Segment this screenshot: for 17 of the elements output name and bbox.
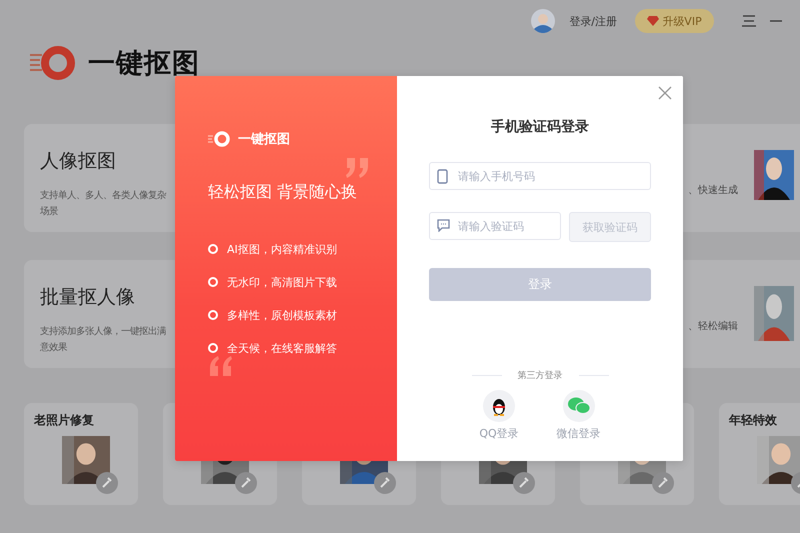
tool-title: 年轻特效 bbox=[729, 412, 777, 429]
feature-description: 支持添加多张人像，一键抠出满意效果 bbox=[40, 325, 167, 355]
feature-point: 全天候，在线客服解答 bbox=[227, 340, 337, 356]
brand-text: 一键抠图 bbox=[238, 131, 290, 148]
feature-description: 、快速生成 bbox=[688, 184, 738, 197]
feature-point: AI抠图，内容精准识别 bbox=[227, 242, 337, 256]
feature-title: 人像抠图 bbox=[40, 149, 116, 174]
slogan: 轻松抠图 背景随心换 bbox=[208, 182, 358, 203]
feature-point: 多样性，原创模板素材 bbox=[227, 308, 337, 322]
feature-point: 无水印，高清图片下载 bbox=[227, 274, 337, 290]
tool-title: 老照片修复 bbox=[34, 412, 94, 429]
feature-title: 批量抠人像 bbox=[40, 285, 135, 310]
feature-description: 、轻松编辑 bbox=[688, 320, 738, 333]
dialog-title: 手机验证码登录 bbox=[491, 118, 589, 136]
feature-description: 支持单人、多人、各类人像复杂场景 bbox=[40, 189, 168, 219]
third-party-heading: 第三方登录 bbox=[518, 370, 562, 382]
app-logo-text: 一键抠图 bbox=[88, 47, 200, 81]
